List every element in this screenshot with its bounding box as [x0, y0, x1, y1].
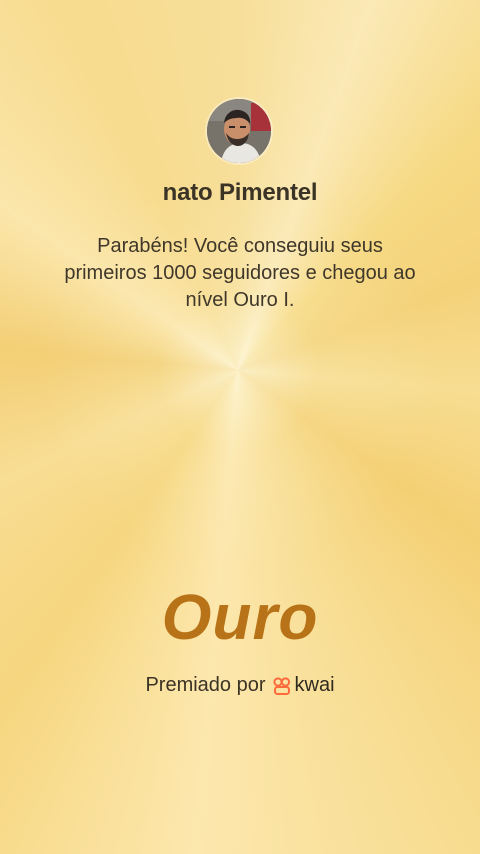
- awarded-by: Premiado por kwai: [0, 674, 480, 697]
- kwai-logo-icon: [272, 676, 292, 696]
- awarded-by-label: Premiado por: [145, 674, 266, 696]
- avatar: [207, 99, 271, 163]
- kwai-brand[interactable]: kwai: [272, 674, 335, 697]
- achievement-screen: nato Pimentel Parabéns! Você conseguiu s…: [0, 0, 480, 854]
- kwai-brand-name: kwai: [294, 674, 335, 696]
- user-avatar-icon: [207, 99, 271, 163]
- tier-title: Ouro: [161, 581, 319, 653]
- congratulations-message: Parabéns! Você conseguiu seus primeiros …: [64, 235, 416, 311]
- username: nato Pimentel: [162, 179, 318, 206]
